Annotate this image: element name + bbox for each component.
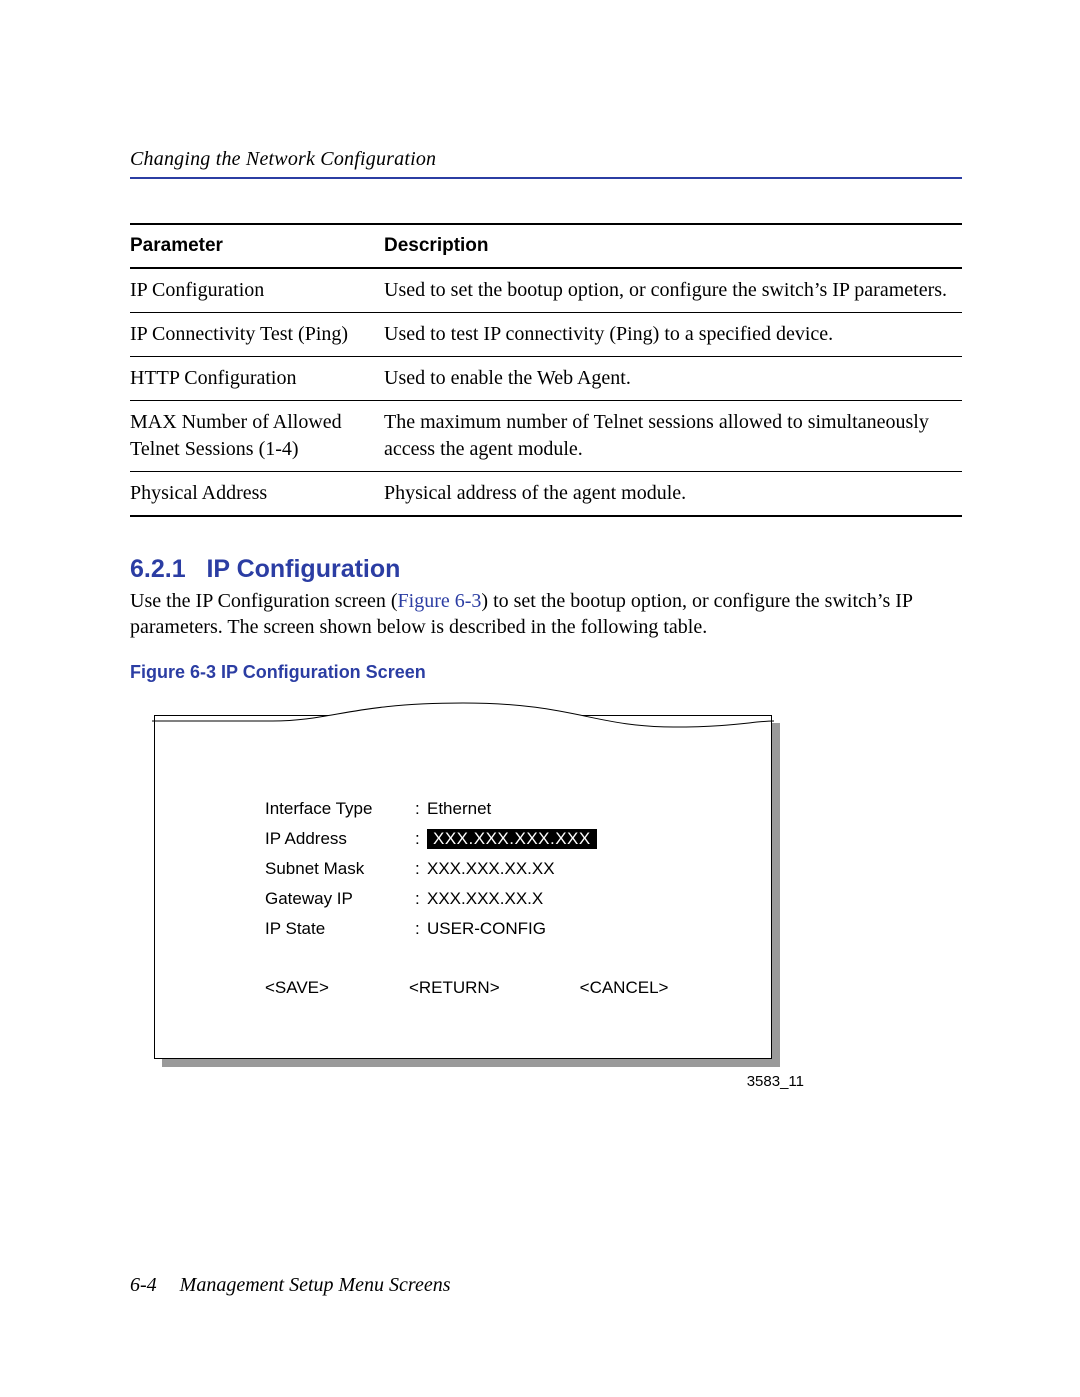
terminal-value: XXX.XXX.XX.X: [427, 889, 543, 909]
desc-cell: The maximum number of Telnet sessions al…: [384, 401, 962, 472]
desc-cell: Used to enable the Web Agent.: [384, 357, 962, 401]
terminal-row: IP Address : XXX.XXX.XXX.XXX: [265, 824, 771, 854]
return-button[interactable]: <RETURN>: [409, 978, 500, 998]
desc-cell: Used to set the bootup option, or config…: [384, 268, 962, 313]
parameter-table-header-param: Parameter: [130, 224, 384, 268]
figure-xref[interactable]: Figure 6-3: [398, 590, 482, 612]
table-row: HTTP Configuration Used to enable the We…: [130, 357, 962, 401]
running-head: Changing the Network Configuration: [130, 148, 962, 179]
terminal-label: Interface Type: [265, 799, 415, 819]
terminal-label: Gateway IP: [265, 889, 415, 909]
desc-cell: Physical address of the agent module.: [384, 472, 962, 517]
terminal-screenshot: Interface Type : Ethernet IP Address : X…: [154, 715, 780, 1067]
param-cell: MAX Number of Allowed Telnet Sessions (1…: [130, 401, 384, 472]
terminal-label: IP Address: [265, 829, 415, 849]
section-body: Use the IP Configuration screen (Figure …: [130, 588, 962, 640]
terminal-button-row: <SAVE> <RETURN> <CANCEL>: [265, 978, 741, 998]
section-title: IP Configuration: [206, 555, 400, 583]
page-number: 6-4: [130, 1274, 157, 1296]
terminal-row: IP State : USER-CONFIG: [265, 914, 771, 944]
terminal-value: XXX.XXX.XX.XX: [427, 859, 555, 879]
figure-id: 3583_11: [154, 1073, 804, 1090]
parameter-table-header-desc: Description: [384, 224, 962, 268]
footer-title: Management Setup Menu Screens: [180, 1274, 451, 1296]
terminal-row: Subnet Mask : XXX.XXX.XX.XX: [265, 854, 771, 884]
param-cell: Physical Address: [130, 472, 384, 517]
param-cell: IP Connectivity Test (Ping): [130, 313, 384, 357]
terminal-value: Ethernet: [427, 799, 491, 819]
save-button[interactable]: <SAVE>: [265, 978, 329, 998]
terminal-panel: Interface Type : Ethernet IP Address : X…: [154, 715, 772, 1059]
parameter-table: Parameter Description IP Configuration U…: [130, 223, 962, 517]
terminal-label: Subnet Mask: [265, 859, 415, 879]
terminal-row: Gateway IP : XXX.XXX.XX.X: [265, 884, 771, 914]
table-row: MAX Number of Allowed Telnet Sessions (1…: [130, 401, 962, 472]
desc-cell: Used to test IP connectivity (Ping) to a…: [384, 313, 962, 357]
param-cell: IP Configuration: [130, 268, 384, 313]
terminal-value-selected[interactable]: XXX.XXX.XXX.XXX: [427, 829, 597, 849]
table-row: IP Connectivity Test (Ping) Used to test…: [130, 313, 962, 357]
terminal-label: IP State: [265, 919, 415, 939]
terminal-value: USER-CONFIG: [427, 919, 546, 939]
param-cell: HTTP Configuration: [130, 357, 384, 401]
terminal-row: Interface Type : Ethernet: [265, 794, 771, 824]
table-row: IP Configuration Used to set the bootup …: [130, 268, 962, 313]
cancel-button[interactable]: <CANCEL>: [580, 978, 669, 998]
section-heading: 6.2.1 IP Configuration: [130, 555, 962, 584]
section-body-pre: Use the IP Configuration screen (: [130, 590, 398, 612]
figure-caption: Figure 6-3 IP Configuration Screen: [130, 662, 962, 683]
terminal-colon: :: [415, 889, 427, 909]
terminal-colon: :: [415, 799, 427, 819]
page-footer: 6-4 Management Setup Menu Screens: [130, 1274, 451, 1297]
terminal-colon: :: [415, 829, 427, 849]
terminal-colon: :: [415, 859, 427, 879]
table-row: Physical Address Physical address of the…: [130, 472, 962, 517]
terminal-colon: :: [415, 919, 427, 939]
section-number: 6.2.1: [130, 555, 186, 583]
